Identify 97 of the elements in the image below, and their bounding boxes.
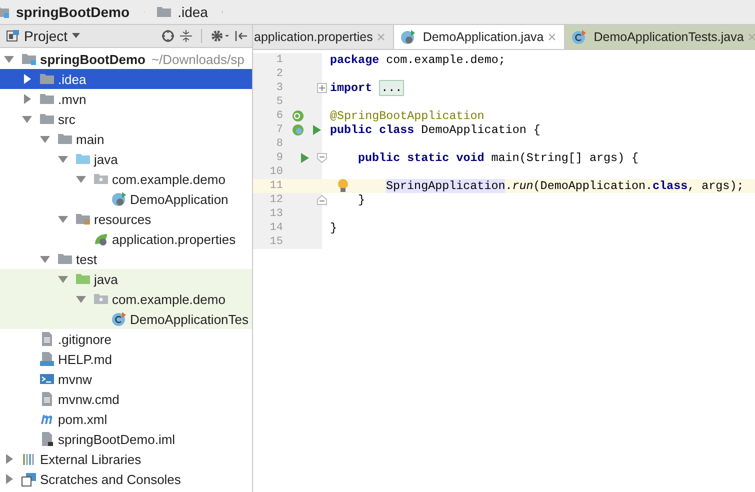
line-number: 6 xyxy=(275,110,283,122)
tree-item-label[interactable]: application.properties xyxy=(112,232,236,246)
tree-item-label[interactable]: .idea xyxy=(58,72,86,86)
lightbulb-icon[interactable] xyxy=(337,178,349,194)
line-number: 15 xyxy=(268,236,283,248)
package-folder-icon xyxy=(93,171,109,187)
project-path: ~/Downloads/sp xyxy=(151,52,244,66)
project-view-icon xyxy=(6,29,20,43)
line-number: 11 xyxy=(268,180,283,192)
panel-title[interactable]: Project xyxy=(24,28,68,44)
editor-tab[interactable]: DemoApplication.java xyxy=(394,25,565,49)
folder-icon xyxy=(75,271,91,287)
expanded-arrow-icon[interactable] xyxy=(57,153,69,165)
code-line: } xyxy=(357,193,366,207)
expanded-arrow-icon[interactable] xyxy=(57,213,69,225)
code-line: SpringApplication.run(DemoApplication.class, args); xyxy=(385,179,744,193)
folder-icon xyxy=(75,151,91,167)
folder-icon xyxy=(39,71,55,87)
folder-icon xyxy=(39,111,55,127)
folder-icon xyxy=(57,251,73,267)
tree-item-label[interactable]: .gitignore xyxy=(58,332,112,346)
tree-item-label[interactable]: test xyxy=(76,252,97,266)
line-number: 2 xyxy=(275,68,283,80)
tree-item-label[interactable]: pom.xml xyxy=(58,412,108,426)
tree-item-label[interactable]: springBootDemo xyxy=(40,52,146,66)
expanded-arrow-icon[interactable] xyxy=(21,113,33,125)
editor-tab[interactable]: DemoApplicationTests.java xyxy=(564,25,755,49)
tree-item-label[interactable]: mvnw.cmd xyxy=(58,392,120,406)
collapsed-arrow-icon[interactable] xyxy=(21,93,33,105)
leaf-icon xyxy=(93,231,109,247)
tree-item-label[interactable]: mvnw xyxy=(58,372,92,386)
class-gutter-icon[interactable] xyxy=(291,123,305,137)
line-number: 14 xyxy=(268,222,283,234)
line-number: 8 xyxy=(275,138,283,150)
settings-icon[interactable] xyxy=(210,29,230,43)
folder-icon xyxy=(39,91,55,107)
line-number: 7 xyxy=(275,124,283,136)
folder-icon xyxy=(156,4,172,20)
resources-folder-icon xyxy=(75,211,91,227)
line-number: 3 xyxy=(275,82,283,94)
test-class-icon xyxy=(111,311,127,327)
markdown-file-icon xyxy=(39,351,55,367)
editor-tab[interactable]: application.properties xyxy=(253,25,394,49)
fold-collapse-icon[interactable] xyxy=(317,153,327,163)
collapse-all-icon[interactable] xyxy=(179,29,193,43)
hide-panel-icon[interactable] xyxy=(234,29,248,43)
code-line: package com.example.demo; xyxy=(329,53,506,67)
tree-item-label[interactable]: resources xyxy=(94,212,152,226)
close-icon[interactable] xyxy=(548,33,556,41)
tree-item-label[interactable]: springBootDemo.iml xyxy=(58,432,176,446)
collapsed-arrow-icon[interactable] xyxy=(3,473,15,485)
text-file-icon xyxy=(39,331,55,347)
tree-item-label[interactable]: HELP.md xyxy=(58,352,112,366)
fold-end-icon[interactable] xyxy=(317,195,327,205)
tree-item-label[interactable]: src xyxy=(58,112,76,126)
fold-expand-icon[interactable] xyxy=(317,83,327,93)
module-folder-icon xyxy=(21,51,37,67)
class-icon xyxy=(111,191,127,207)
collapsed-arrow-icon[interactable] xyxy=(3,453,15,465)
code-line: public class DemoApplication { xyxy=(329,123,540,137)
code-line: public static void main(String[] args) { xyxy=(357,151,639,165)
expanded-arrow-icon[interactable] xyxy=(39,133,51,145)
test-class-icon xyxy=(570,29,587,45)
close-icon[interactable] xyxy=(376,33,385,41)
tree-item-label[interactable]: java xyxy=(94,272,118,286)
library-icon xyxy=(21,451,37,467)
code-line: @SpringBootApplication xyxy=(329,109,484,123)
tree-item-label[interactable]: main xyxy=(76,132,104,146)
line-number: 10 xyxy=(268,166,283,178)
bean-gutter-icon[interactable] xyxy=(291,109,305,123)
tree-item-label[interactable]: Scratches and Consoles xyxy=(40,472,181,486)
expanded-arrow-icon[interactable] xyxy=(57,273,69,285)
line-number: 1 xyxy=(275,54,283,66)
tree-item-label[interactable]: com.example.demo xyxy=(112,172,226,186)
caret-icon[interactable] xyxy=(72,33,80,39)
expanded-arrow-icon[interactable] xyxy=(3,53,15,65)
expanded-arrow-icon[interactable] xyxy=(75,173,87,185)
line-number: 12 xyxy=(268,194,283,206)
collapsed-arrow-icon[interactable] xyxy=(21,73,33,85)
terminal-icon xyxy=(39,371,55,387)
tree-item-label[interactable]: External Libraries xyxy=(40,452,142,466)
code-line: } xyxy=(329,221,338,235)
console-icon xyxy=(21,471,37,487)
line-number: 13 xyxy=(268,208,283,220)
text-file-icon xyxy=(39,391,55,407)
folder-icon xyxy=(57,131,73,147)
file-icon xyxy=(39,431,55,447)
tree-item-label[interactable]: DemoApplication xyxy=(130,192,228,206)
class-icon xyxy=(400,29,416,45)
package-folder-icon xyxy=(93,291,109,307)
expanded-arrow-icon[interactable] xyxy=(39,253,51,265)
line-number: 5 xyxy=(275,96,283,108)
tree-item-label[interactable]: .mvn xyxy=(58,92,86,106)
expanded-arrow-icon[interactable] xyxy=(75,293,87,305)
tree-item-label[interactable]: java xyxy=(94,152,118,166)
line-number: 9 xyxy=(275,152,283,164)
locate-icon[interactable] xyxy=(161,29,175,43)
